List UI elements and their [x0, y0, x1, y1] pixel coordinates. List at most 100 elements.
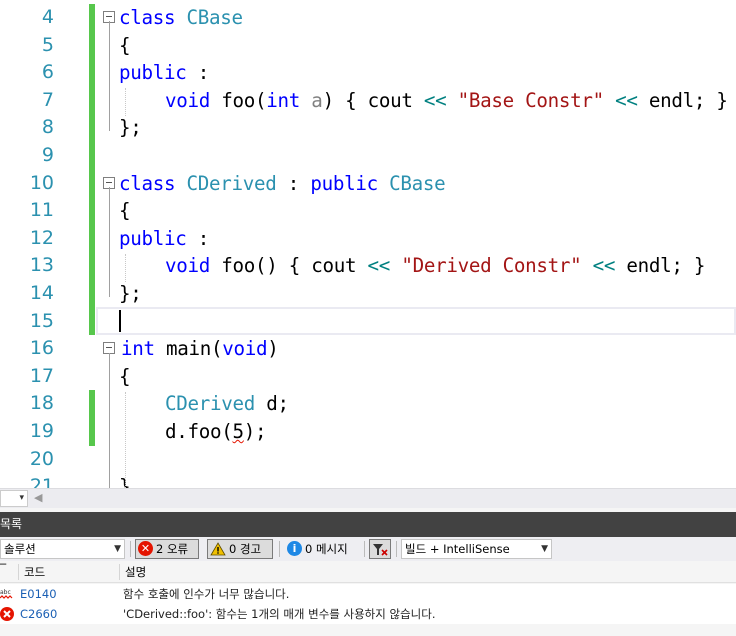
svg-text:abc: abc — [0, 589, 11, 596]
scope-dropdown[interactable]: 솔루션 ▼ — [0, 539, 125, 559]
column-divider[interactable] — [18, 564, 19, 580]
line-number: 14 — [29, 282, 54, 304]
clear-filter-button[interactable] — [369, 539, 391, 559]
fold-region-line — [109, 21, 110, 131]
code-text: class CDerived : public CBase — [119, 171, 446, 195]
error-icon — [0, 607, 14, 621]
errors-filter-button[interactable]: ✕ 2 오류 — [135, 539, 199, 559]
source-dropdown[interactable]: 빌드 + IntelliSense ▼ — [401, 539, 552, 559]
line-number: 20 — [29, 447, 54, 470]
error-row[interactable]: abc E0140 함수 호출에 인수가 너무 많습니다. — [0, 584, 736, 604]
code-line-21[interactable]: 21 } — [0, 473, 736, 488]
error-list-panel: 목록 솔루션 ▼ ✕ 2 오류 0 경고 i0 메시지 빌드 + IntelliSe… — [0, 508, 736, 636]
column-header-code[interactable]: 코드 — [24, 561, 45, 583]
scroll-left-icon[interactable]: ◀ — [34, 491, 42, 504]
code-text: void foo(int a) { cout << "Base Constr" … — [165, 88, 728, 112]
change-marker — [89, 307, 95, 336]
line-number: 21 — [29, 475, 54, 488]
chevron-down-icon: ▼ — [114, 544, 121, 554]
code-line-10[interactable]: 10 class CDerived : public CBase — [0, 169, 736, 198]
line-number: 9 — [41, 144, 54, 166]
fold-region-line — [109, 353, 110, 488]
horizontal-scrollbar[interactable]: ▾ ◀ — [0, 488, 736, 508]
indent-guide — [125, 392, 126, 488]
warnings-filter-button[interactable]: 0 경고 — [207, 539, 273, 559]
change-marker — [89, 390, 95, 418]
zoom-dropdown[interactable]: ▾ — [0, 490, 28, 507]
code-text: public : — [119, 61, 210, 85]
code-line-19[interactable]: 19 d.foo(5); — [0, 418, 736, 446]
code-line-4[interactable]: 4 class CBase — [0, 4, 736, 32]
indent-guide — [125, 254, 126, 282]
error-code[interactable]: C2660 — [20, 604, 57, 624]
change-marker — [89, 4, 95, 32]
info-icon: i — [287, 541, 302, 556]
code-text: d.foo(5); — [165, 420, 267, 443]
change-marker — [89, 114, 95, 142]
toolbar-separator — [396, 541, 397, 557]
line-number: 17 — [29, 364, 54, 387]
line-number: 6 — [41, 61, 54, 84]
code-line-5[interactable]: 5 { — [0, 31, 736, 60]
messages-filter-button[interactable]: i0 메시지 — [284, 539, 360, 559]
warning-icon — [210, 541, 226, 556]
change-marker — [89, 86, 95, 115]
code-line-13[interactable]: 13 void foo() { cout << "Derived Constr"… — [0, 252, 736, 280]
code-text: { — [119, 33, 131, 57]
error-list-toolbar: 솔루션 ▼ ✕ 2 오류 0 경고 i0 메시지 빌드 + IntelliSense… — [0, 537, 736, 561]
error-code[interactable]: E0140 — [20, 584, 57, 604]
toolbar-separator — [364, 541, 365, 557]
chevron-down-icon: ▼ — [541, 544, 548, 554]
code-text: void foo() { cout << "Derived Constr" <<… — [165, 254, 706, 278]
change-marker — [89, 224, 95, 253]
code-line-12[interactable]: 12 public : — [0, 224, 736, 253]
line-number: 7 — [41, 88, 54, 111]
intellisense-error-icon: abc — [0, 587, 14, 601]
change-marker — [89, 142, 95, 170]
code-text: }; — [119, 116, 142, 140]
error-icon: ✕ — [138, 541, 153, 556]
column-header-description[interactable]: 설명 — [125, 561, 146, 583]
line-number: 5 — [41, 33, 54, 56]
code-line-11[interactable]: 11 { — [0, 197, 736, 225]
error-row[interactable]: C2660 'CDerived::foo': 함수는 1개의 매개 변수를 사용… — [0, 604, 736, 624]
fold-region-line — [109, 187, 110, 297]
code-line-7[interactable]: 7 void foo(int a) { cout << "Base Constr… — [0, 86, 736, 115]
code-line-15[interactable]: 15 — [0, 307, 736, 336]
indent-guide — [125, 88, 126, 116]
line-number: 8 — [41, 116, 54, 139]
code-line-9[interactable]: 9 — [0, 142, 736, 170]
code-text: { — [119, 199, 131, 223]
line-number: 12 — [29, 226, 54, 249]
line-number: 4 — [41, 6, 54, 28]
code-line-20[interactable]: 20 — [0, 446, 736, 474]
code-text: int main(void) — [121, 337, 279, 361]
code-text: class CBase — [119, 6, 243, 29]
code-text: { — [119, 364, 131, 388]
line-number: 15 — [29, 309, 54, 332]
code-line-17[interactable]: 17 { — [0, 363, 736, 391]
code-line-18[interactable]: 18 CDerived d; — [0, 390, 736, 418]
line-number: 13 — [29, 254, 54, 277]
code-line-14[interactable]: 14 }; — [0, 280, 736, 308]
sort-icon[interactable]: ▔ — [0, 558, 6, 580]
error-squiggle[interactable]: 5 — [233, 420, 245, 443]
code-line-6[interactable]: 6 public : — [0, 59, 736, 87]
toolbar-separator — [279, 541, 280, 557]
line-number: 18 — [29, 392, 54, 415]
line-number: 16 — [29, 337, 54, 360]
error-description: 'CDerived::foo': 함수는 1개의 매개 변수를 사용하지 않습니… — [123, 607, 436, 621]
code-text: public : — [119, 226, 210, 250]
code-line-16[interactable]: 16 int main(void) — [0, 335, 736, 363]
column-divider[interactable] — [119, 564, 120, 580]
line-number: 11 — [29, 199, 54, 222]
code-line-8[interactable]: 8 }; — [0, 114, 736, 142]
filter-icon — [372, 542, 388, 556]
change-marker — [89, 169, 95, 198]
panel-title: 목록 — [0, 512, 736, 537]
error-description: 함수 호출에 인수가 너무 많습니다. — [123, 587, 290, 601]
code-text: CDerived d; — [165, 392, 289, 416]
code-editor[interactable]: 4 class CBase 5 { 6 public : 7 void foo(… — [0, 0, 736, 488]
change-marker — [89, 418, 95, 446]
line-number: 10 — [29, 171, 54, 194]
